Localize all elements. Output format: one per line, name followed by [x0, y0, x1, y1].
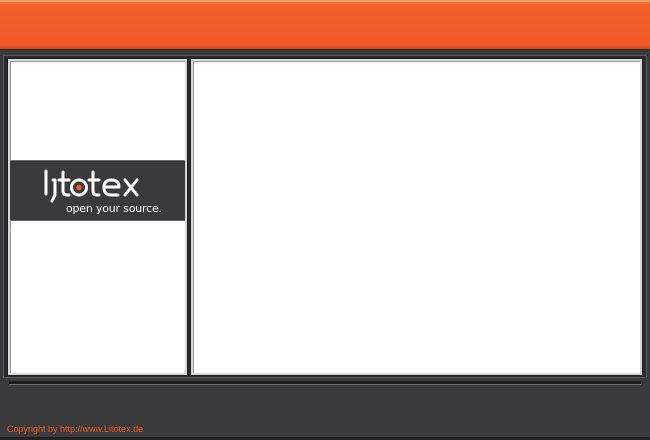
footer-divider	[9, 381, 641, 385]
logo-tagline: open your source.	[66, 202, 162, 215]
copyright-notice: Copyright by http://www.Litotex.de	[7, 424, 143, 434]
main-content-panel	[191, 59, 642, 375]
logo-accent-dot	[76, 184, 82, 191]
copyright-prefix: Copyright by	[7, 424, 61, 434]
litotex-logo[interactable]: open your source.	[10, 160, 185, 221]
litotex-logo-wordmark	[44, 169, 139, 203]
logo-divider-tick	[10, 222, 11, 228]
header-bar	[0, 0, 650, 50]
copyright-link[interactable]: http://www.Litotex.de	[60, 424, 143, 434]
